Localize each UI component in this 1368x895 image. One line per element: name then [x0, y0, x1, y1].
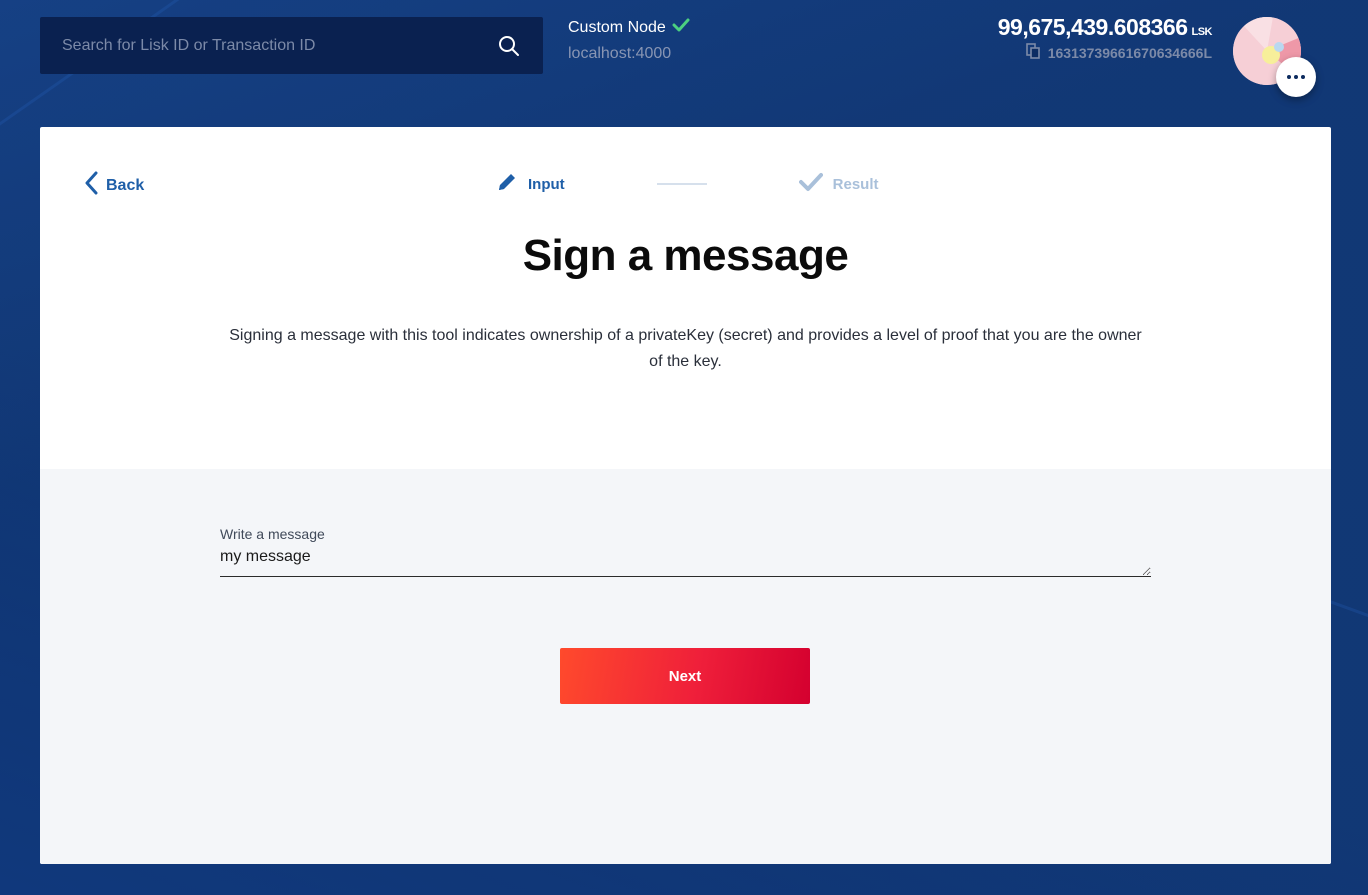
more-options-button[interactable] [1276, 57, 1316, 97]
page-description: Signing a message with this tool indicat… [229, 327, 1142, 370]
message-label: Write a message [220, 526, 325, 542]
account-address[interactable]: 16313739661670634666L [1048, 45, 1212, 61]
background-stripe [1328, 600, 1368, 631]
node-url: localhost:4000 [568, 45, 672, 62]
account-info: 99,675,439.608366 LSK 1631373966167063466… [997, 14, 1213, 62]
step-divider [656, 183, 707, 185]
balance-unit: LSK [1191, 26, 1213, 38]
sign-message-card: Back Input Result Sign a message Signing… [40, 127, 1331, 864]
more-dots-icon [1287, 75, 1291, 79]
page-title: Sign a message [522, 231, 849, 280]
search-icon[interactable] [497, 34, 521, 58]
back-button[interactable]: Back [84, 171, 144, 200]
node-name: Custom Node [568, 18, 666, 36]
check-icon [672, 18, 690, 37]
account-balance: 99,675,439.608366 LSK [997, 14, 1213, 41]
card-header: Back Input Result Sign a message Signing… [40, 127, 1331, 469]
node-name-row: Custom Node [568, 18, 690, 37]
search-input[interactable] [62, 36, 497, 55]
pencil-icon [496, 171, 518, 197]
more-dots-icon [1301, 75, 1305, 79]
next-button[interactable]: Next [560, 648, 810, 704]
node-info[interactable]: Custom Node localhost:4000 [568, 18, 690, 63]
step-result-label: Result [832, 175, 879, 193]
account-address-row[interactable]: 16313739661670634666L [998, 43, 1212, 62]
back-label: Back [106, 176, 145, 194]
step-input-label: Input [528, 175, 565, 193]
message-input[interactable]: my message [220, 546, 1151, 577]
more-dots-icon [1294, 75, 1298, 79]
message-form: Write a message my message Next [40, 469, 1331, 864]
check-icon [798, 172, 823, 196]
chevron-left-icon [84, 171, 98, 200]
progress-steps: Input Result [496, 171, 879, 197]
message-field: Write a message my message [220, 526, 1151, 582]
search-bar[interactable] [40, 17, 543, 74]
step-input: Input [496, 171, 565, 197]
copy-icon[interactable] [1025, 43, 1040, 62]
step-result: Result [798, 172, 879, 196]
balance-value: 99,675,439.608366 [997, 14, 1188, 40]
